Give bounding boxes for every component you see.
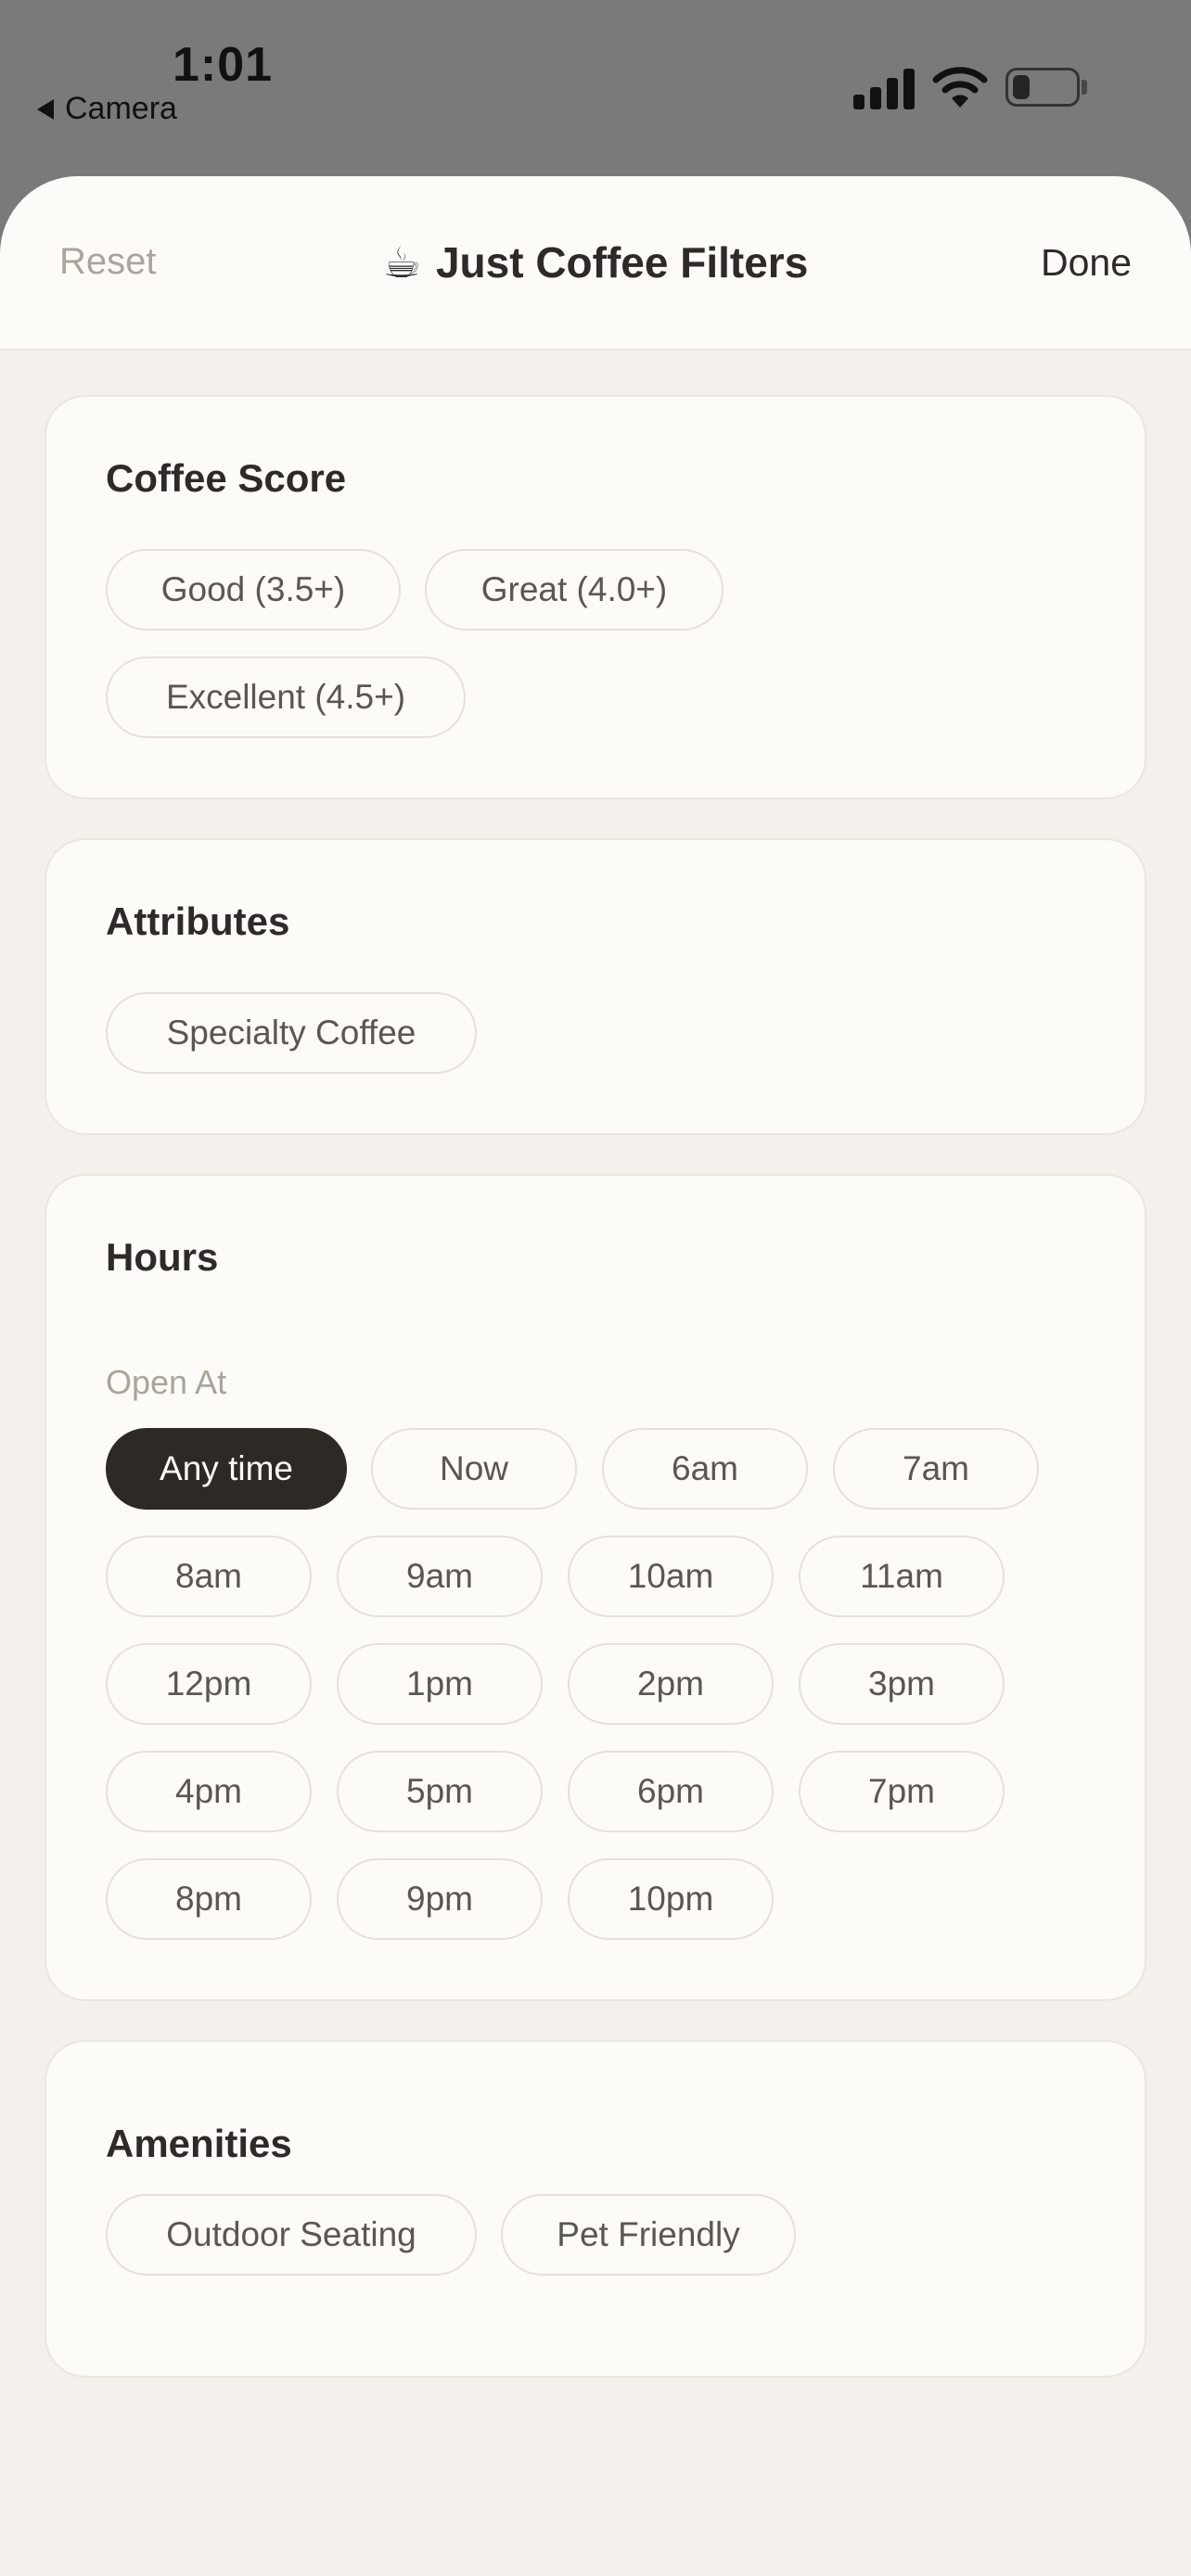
- done-button[interactable]: Done: [1041, 241, 1132, 285]
- back-app-label: Camera: [65, 91, 177, 126]
- battery-icon: [1005, 68, 1080, 107]
- back-arrow-icon: [37, 98, 54, 120]
- amenities-card: Amenities Outdoor Seating Pet Friendly: [45, 2040, 1146, 2378]
- chip-hour-any-time[interactable]: Any time: [106, 1428, 347, 1510]
- chip-hour-8pm[interactable]: 8pm: [106, 1858, 312, 1940]
- chip-hour-11am[interactable]: 11am: [799, 1536, 1005, 1617]
- chip-hour-3pm[interactable]: 3pm: [799, 1643, 1005, 1725]
- battery-cap: [1082, 80, 1087, 95]
- chip-hour-10am[interactable]: 10am: [568, 1536, 774, 1617]
- chip-pet-friendly[interactable]: Pet Friendly: [501, 2194, 796, 2276]
- sheet-title: ☕ Just Coffee Filters: [0, 237, 1191, 287]
- chip-hour-6am[interactable]: 6am: [602, 1428, 808, 1510]
- hours-title: Hours: [106, 1235, 219, 1279]
- chip-hour-6pm[interactable]: 6pm: [568, 1751, 774, 1832]
- chip-hour-7am[interactable]: 7am: [833, 1428, 1039, 1510]
- chip-specialty-coffee[interactable]: Specialty Coffee: [106, 992, 477, 1074]
- chip-hour-12pm[interactable]: 12pm: [106, 1643, 312, 1725]
- wifi-icon: [932, 67, 988, 108]
- chip-coffee-score-excellent[interactable]: Excellent (4.5+): [106, 657, 466, 738]
- filters-sheet: Reset ☕ Just Coffee Filters Done Coffee S…: [0, 176, 1191, 2576]
- chip-hour-2pm[interactable]: 2pm: [568, 1643, 774, 1725]
- chip-coffee-score-good[interactable]: Good (3.5+): [106, 549, 401, 631]
- chip-hour-5pm[interactable]: 5pm: [337, 1751, 543, 1832]
- open-at-label: Open At: [106, 1363, 227, 1401]
- chip-hour-1pm[interactable]: 1pm: [337, 1643, 543, 1725]
- status-time: 1:01: [173, 38, 274, 92]
- chip-hour-8am[interactable]: 8am: [106, 1536, 312, 1617]
- amenities-title: Amenities: [106, 2122, 292, 2165]
- status-bar: 1:01 Camera: [0, 0, 1191, 176]
- chip-coffee-score-great[interactable]: Great (4.0+): [425, 549, 724, 631]
- chip-hour-4pm[interactable]: 4pm: [106, 1751, 312, 1832]
- attributes-title: Attributes: [106, 899, 290, 943]
- chip-hour-7pm[interactable]: 7pm: [799, 1751, 1005, 1832]
- coffee-cup-icon: ☕: [382, 238, 421, 287]
- hours-card: Hours Open At Any time Now 6am 7am 8am 9am 10a…: [45, 1174, 1146, 2001]
- attributes-card: Attributes Specialty Coffee: [45, 838, 1146, 1135]
- chip-hour-now[interactable]: Now: [371, 1428, 577, 1510]
- chip-hour-9am[interactable]: 9am: [337, 1536, 543, 1617]
- chip-hour-9pm[interactable]: 9pm: [337, 1858, 543, 1940]
- sheet-header: Reset ☕ Just Coffee Filters Done: [0, 176, 1191, 351]
- coffee-score-title: Coffee Score: [106, 456, 347, 500]
- sheet-title-text: Just Coffee Filters: [435, 238, 809, 287]
- coffee-score-card: Coffee Score Good (3.5+) Great (4.0+) Ex…: [45, 395, 1146, 799]
- cellular-signal-icon: [853, 67, 915, 109]
- back-to-camera-link[interactable]: Camera: [37, 91, 177, 127]
- chip-hour-10pm[interactable]: 10pm: [568, 1858, 774, 1940]
- chip-outdoor-seating[interactable]: Outdoor Seating: [106, 2194, 477, 2276]
